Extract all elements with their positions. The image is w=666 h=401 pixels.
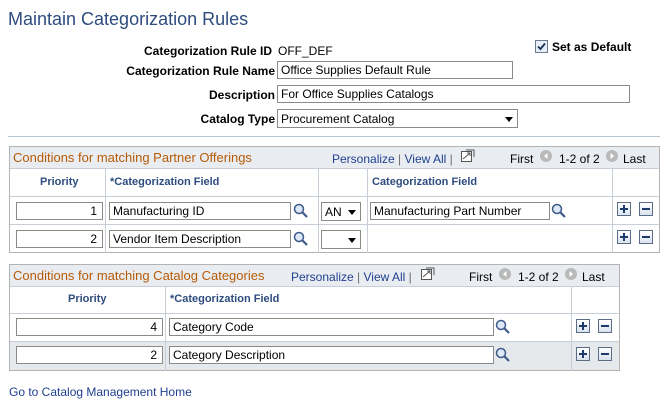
catalog-type-select[interactable]: Procurement Catalog bbox=[277, 109, 518, 128]
previous-arrow-icon[interactable] bbox=[540, 150, 552, 162]
operator-value: AN bbox=[325, 205, 342, 219]
lookup-icon[interactable] bbox=[293, 231, 309, 250]
set-default-label: Set as Default bbox=[552, 40, 632, 54]
col-field-header: *Categorization Field bbox=[110, 176, 220, 188]
description-label: Description bbox=[208, 88, 275, 102]
next-arrow-icon[interactable] bbox=[565, 268, 577, 280]
operator-select[interactable]: AN bbox=[321, 202, 361, 221]
spreadsheet-icon[interactable] bbox=[461, 149, 475, 165]
add-row-icon[interactable] bbox=[576, 319, 590, 333]
spreadsheet-icon[interactable] bbox=[421, 267, 435, 283]
catalog-type-value: Procurement Catalog bbox=[281, 112, 395, 126]
partner-offerings-grid-nav: Personalize | View All | bbox=[332, 152, 453, 166]
view-all-link[interactable]: View All bbox=[364, 270, 406, 284]
personalize-link[interactable]: Personalize bbox=[291, 270, 354, 284]
view-all-link[interactable]: View All bbox=[405, 152, 447, 166]
add-row-icon[interactable] bbox=[617, 202, 631, 216]
row-divider bbox=[10, 313, 619, 314]
separator: | bbox=[408, 270, 412, 284]
rule-id-label: Categorization Rule ID bbox=[143, 44, 272, 58]
row-range: 1-2 of 2 bbox=[518, 270, 559, 284]
chevron-down-icon bbox=[348, 238, 356, 243]
field-input[interactable]: Vendor Item Description bbox=[109, 230, 291, 248]
priority-input[interactable]: 4 bbox=[16, 318, 163, 336]
next-arrow-icon[interactable] bbox=[606, 150, 618, 162]
field-input[interactable]: Manufacturing ID bbox=[109, 202, 291, 220]
column-divider bbox=[105, 169, 106, 253]
row-range: 1-2 of 2 bbox=[559, 152, 600, 166]
checkmark-icon bbox=[537, 42, 546, 51]
field-input[interactable]: Category Description bbox=[169, 346, 494, 364]
priority-input[interactable]: 2 bbox=[16, 230, 103, 248]
separator: | bbox=[449, 152, 453, 166]
delete-row-icon[interactable] bbox=[639, 230, 653, 244]
column-divider bbox=[165, 342, 166, 370]
column-divider bbox=[318, 169, 319, 253]
lookup-icon[interactable] bbox=[293, 203, 309, 222]
delete-row-icon[interactable] bbox=[598, 319, 612, 333]
add-row-icon[interactable] bbox=[576, 347, 590, 361]
catalog-categories-grid-title: Conditions for matching Catalog Categori… bbox=[13, 268, 265, 283]
col-priority-header: Priority bbox=[68, 293, 107, 305]
field2-input[interactable]: Manufacturing Part Number bbox=[370, 202, 550, 220]
page-title: Maintain Categorization Rules bbox=[8, 9, 249, 29]
row-divider bbox=[10, 196, 659, 197]
column-divider bbox=[367, 169, 368, 253]
priority-input[interactable]: 1 bbox=[16, 202, 103, 220]
previous-arrow-icon[interactable] bbox=[499, 268, 511, 280]
column-divider bbox=[571, 342, 572, 370]
operator-select[interactable] bbox=[321, 230, 361, 249]
field-input[interactable]: Category Code bbox=[169, 318, 494, 336]
personalize-link[interactable]: Personalize bbox=[332, 152, 395, 166]
description-input[interactable]: For Office Supplies Catalogs bbox=[277, 85, 630, 103]
first-label: First bbox=[510, 152, 534, 166]
priority-input[interactable]: 2 bbox=[16, 346, 163, 364]
rule-name-label: Categorization Rule Name bbox=[126, 64, 275, 78]
catalog-home-link[interactable]: Go to Catalog Management Home bbox=[9, 385, 192, 399]
rule-id-value: OFF_DEF bbox=[278, 44, 333, 58]
rule-name-input[interactable]: Office Supplies Default Rule bbox=[277, 61, 513, 79]
last-label: Last bbox=[623, 152, 646, 166]
catalog-categories-grid-nav: Personalize | View All | bbox=[291, 270, 412, 284]
chevron-down-icon bbox=[505, 117, 513, 122]
delete-row-icon[interactable] bbox=[639, 202, 653, 216]
col-field-header: *Categorization Field bbox=[170, 293, 280, 305]
row-divider bbox=[10, 224, 659, 225]
partner-offerings-grid-title: Conditions for matching Partner Offering… bbox=[13, 150, 252, 165]
set-default-checkbox[interactable] bbox=[535, 40, 548, 53]
column-divider bbox=[612, 169, 613, 253]
add-row-icon[interactable] bbox=[617, 230, 631, 244]
first-label: First bbox=[469, 270, 493, 284]
delete-row-icon[interactable] bbox=[598, 347, 612, 361]
col-priority-header: Priority bbox=[40, 176, 79, 188]
col-field2-header: Categorization Field bbox=[372, 176, 478, 188]
lookup-icon[interactable] bbox=[495, 347, 511, 366]
divider bbox=[8, 136, 660, 137]
last-label: Last bbox=[582, 270, 605, 284]
lookup-icon[interactable] bbox=[495, 319, 511, 338]
chevron-down-icon bbox=[348, 210, 356, 215]
lookup-icon[interactable] bbox=[551, 203, 567, 222]
catalog-type-label: Catalog Type bbox=[200, 112, 275, 126]
